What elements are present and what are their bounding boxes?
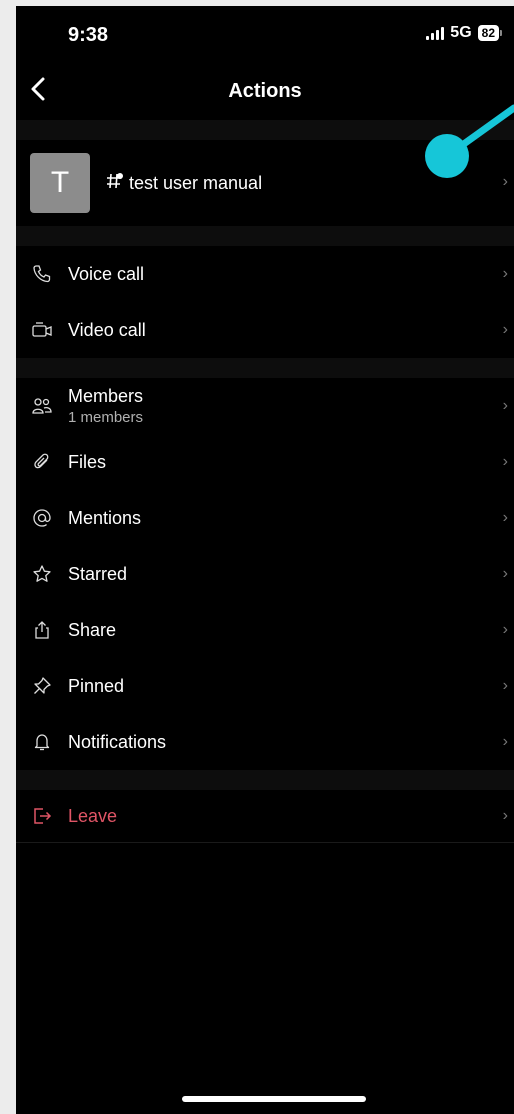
leave-row[interactable]: Leave › [16,790,514,843]
section-divider [16,770,514,790]
chevron-right-icon: › [502,565,508,582]
battery-icon: 82 [477,25,499,41]
voice-call-label: Voice call [68,264,145,284]
members-label: Members [68,386,144,406]
voice-call-row[interactable]: Voice call › [16,246,514,303]
video-call-row[interactable]: Video call › [16,302,514,359]
chevron-right-icon: › [502,509,508,526]
starred-label: Starred [68,564,128,584]
mentions-label: Mentions [68,508,142,528]
paperclip-icon [30,450,54,474]
leave-label: Leave [68,806,118,826]
chevron-right-icon: › [502,453,508,470]
chevron-right-icon: › [502,321,508,338]
members-icon [30,394,54,418]
section-divider [16,358,514,378]
chevron-right-icon: › [502,733,508,750]
notifications-row[interactable]: Notifications › [16,714,514,771]
share-icon [30,618,54,642]
files-row[interactable]: Files › [16,434,514,491]
pin-icon [30,674,54,698]
pinned-label: Pinned [68,676,125,696]
share-label: Share [68,620,117,640]
video-camera-icon [30,318,54,342]
pinned-row[interactable]: Pinned › [16,658,514,715]
status-bar: 9:38 5G 82 [16,6,514,62]
members-count: 1 members [68,409,144,426]
network-label: 5G [450,24,472,41]
channel-name: test user manual [129,173,263,193]
files-label: Files [68,452,107,472]
chevron-right-icon: › [502,397,508,414]
mentions-row[interactable]: Mentions › [16,490,514,547]
phone-icon [30,262,54,286]
share-row[interactable]: Share › [16,602,514,659]
chevron-right-icon: › [502,621,508,638]
chevron-right-icon: › [502,807,508,824]
chevron-right-icon: › [502,265,508,282]
status-time: 9:38 [68,24,109,46]
section-divider [16,226,514,246]
signal-icon [426,26,445,40]
leave-icon [30,804,54,828]
status-indicators: 5G 82 [426,24,502,42]
members-row[interactable]: Members 1 members › [16,378,514,435]
video-call-label: Video call [68,320,146,340]
at-sign-icon [30,506,54,530]
chevron-right-icon: › [502,677,508,694]
phone-screen: 9:38 5G 82 Actions T test user manual › … [16,6,514,1114]
notifications-label: Notifications [68,732,167,752]
channel-hash-icon [106,171,124,191]
battery-nub [500,30,502,36]
annotation-pointer-icon [425,104,514,178]
home-indicator[interactable] [182,1096,366,1102]
starred-row[interactable]: Starred › [16,546,514,603]
avatar: T [30,153,90,213]
star-icon [30,562,54,586]
bell-icon [30,730,54,754]
